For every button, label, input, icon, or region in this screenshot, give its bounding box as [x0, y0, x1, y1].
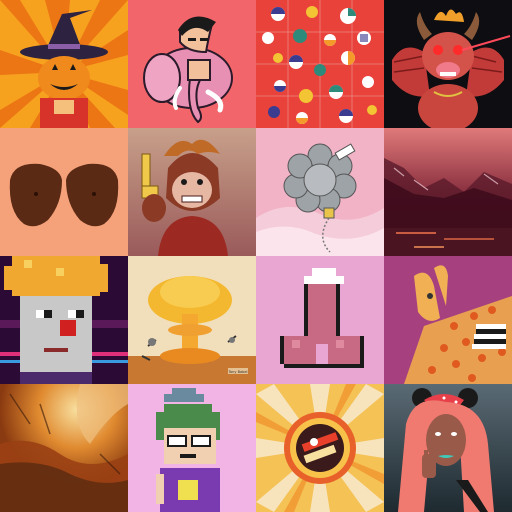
ape-with-gun-tile[interactable]	[128, 128, 256, 256]
grey-flower-balloon-tile[interactable]	[256, 128, 384, 256]
pink-hair-girl-tile[interactable]	[384, 384, 512, 512]
pixel-punk-tile[interactable]	[0, 256, 128, 384]
signature-text: Tony Babel	[228, 370, 248, 374]
nft-gallery-grid: Tony Babel	[0, 0, 512, 512]
brown-shapes-tile[interactable]	[0, 128, 128, 256]
pink-mountain-lake-tile[interactable]	[384, 128, 512, 256]
sunburst-badge-tile[interactable]	[256, 384, 384, 512]
abstract-painting-tile[interactable]	[0, 384, 128, 512]
pink-elephant-man-tile[interactable]	[128, 0, 256, 128]
pumpkin-witch-tile[interactable]	[0, 0, 128, 128]
red-dragon-tile[interactable]	[384, 0, 512, 128]
hand-pattern-tile[interactable]	[384, 256, 512, 384]
geometric-circles-tile[interactable]	[256, 0, 384, 128]
pixel-character-tile[interactable]	[128, 384, 256, 512]
mushroom-cloud-tile[interactable]: Tony Babel	[128, 256, 256, 384]
pixel-pink-shape-tile[interactable]	[256, 256, 384, 384]
